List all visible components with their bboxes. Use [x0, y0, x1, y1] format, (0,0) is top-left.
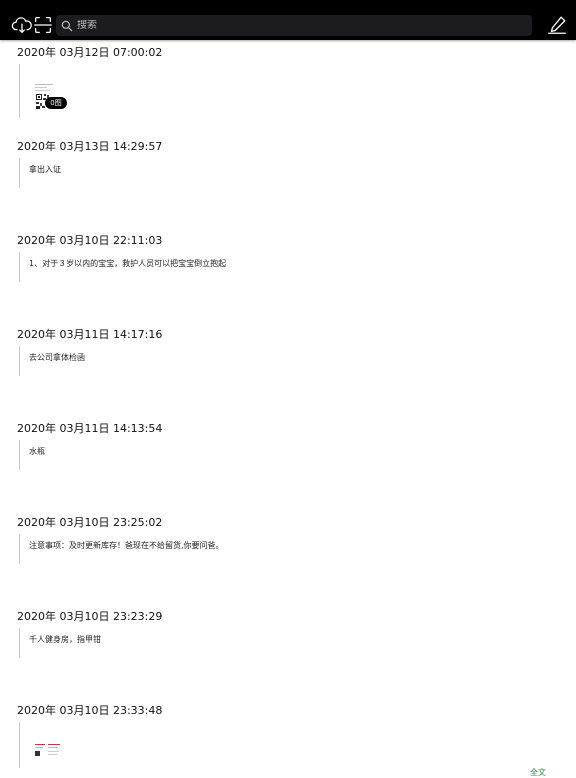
entry-content	[19, 722, 63, 772]
cloud-sync-button[interactable]	[11, 14, 33, 36]
search-bar[interactable]	[56, 15, 532, 36]
image-thumbnail[interactable]: 0图	[33, 82, 67, 112]
list-item[interactable]: 2020年 03月10日 23:33:48	[0, 698, 576, 772]
entry-content: 0图	[19, 64, 67, 118]
entry-date: 2020年 03月12日 07:00:02	[17, 46, 163, 59]
entry-date: 2020年 03月11日 14:13:54	[17, 422, 163, 435]
entry-date: 2020年 03月11日 14:17:16	[17, 328, 163, 341]
list-item[interactable]: 2020年 03月10日 22:11:03 1、对于３岁以内的宝宝，救护人员可以…	[0, 228, 576, 322]
image-count-badge: 0图	[45, 97, 67, 109]
entry-date: 2020年 03月10日 22:11:03	[17, 234, 163, 247]
entry-text: 注意事项：及时更新库存！爸现在不给留货,你要问爸。	[29, 541, 224, 550]
entry-content: 1、对于３岁以内的宝宝，救护人员可以把宝宝倒立抱起	[19, 252, 226, 282]
scan-icon	[34, 17, 52, 33]
search-input[interactable]	[77, 20, 497, 31]
entry-text: 水瓶	[29, 447, 45, 456]
compose-button[interactable]	[546, 14, 568, 36]
list-item[interactable]: 2020年 03月10日 23:23:29 千人健身房，指甲钳	[0, 604, 576, 698]
list-item[interactable]: 2020年 03月12日 07:00:02 0图	[0, 40, 576, 134]
entry-content: 去公司拿体检函	[19, 346, 85, 376]
entry-text: 千人健身房，指甲钳	[29, 635, 101, 644]
cloud-sync-icon	[11, 17, 32, 33]
entry-date: 2020年 03月10日 23:33:48	[17, 704, 163, 717]
entry-content: 拿出入证	[19, 158, 61, 188]
pen-icon	[548, 16, 566, 34]
entry-date: 2020年 03月10日 23:23:29	[17, 610, 163, 623]
entry-content: 千人健身房，指甲钳	[19, 628, 101, 658]
list-item[interactable]: 2020年 03月10日 23:25:02 注意事项：及时更新库存！爸现在不给留…	[0, 510, 576, 604]
full-text-link[interactable]: 全文	[530, 767, 546, 778]
entry-content: 注意事项：及时更新库存！爸现在不给留货,你要问爸。	[19, 534, 224, 564]
entry-content: 水瓶	[19, 440, 45, 470]
entry-text: 拿出入证	[29, 165, 61, 174]
entry-date: 2020年 03月10日 23:25:02	[17, 516, 163, 529]
search-icon	[61, 20, 73, 31]
entry-date: 2020年 03月13日 14:29:57	[17, 140, 163, 153]
entry-text: 去公司拿体检函	[29, 353, 85, 362]
scan-button[interactable]	[32, 14, 54, 36]
list-item[interactable]: 2020年 03月13日 14:29:57 拿出入证	[0, 134, 576, 228]
list-item[interactable]: 2020年 03月11日 14:17:16 去公司拿体检函	[0, 322, 576, 416]
memo-list: 2020年 03月12日 07:00:02 0图 2020年 03月13日 14…	[0, 40, 576, 777]
top-toolbar	[0, 0, 576, 40]
entry-text: 1、对于３岁以内的宝宝，救护人员可以把宝宝倒立抱起	[29, 259, 227, 268]
list-item[interactable]: 2020年 03月11日 14:13:54 水瓶	[0, 416, 576, 510]
